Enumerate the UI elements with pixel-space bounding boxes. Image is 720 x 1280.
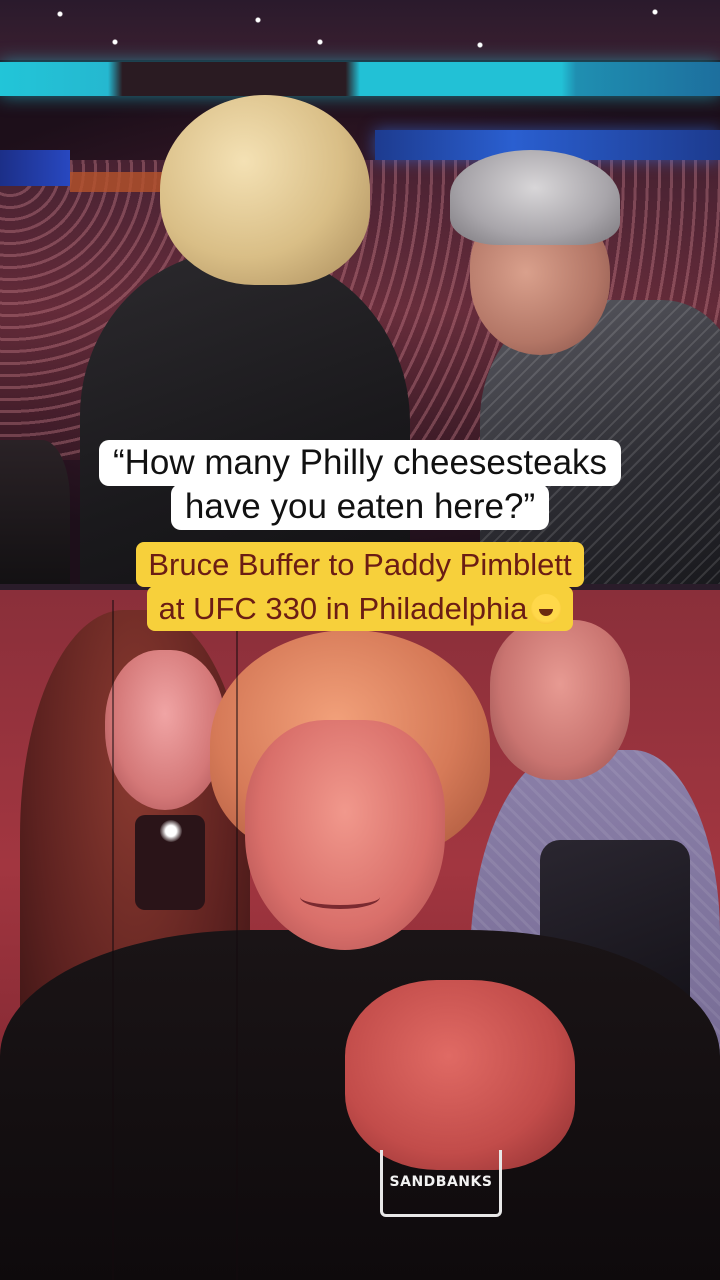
arena-led-banner-left [0, 150, 70, 186]
jumbotron-photo [0, 590, 720, 1280]
context-caption: Bruce Buffer to Paddy Pimblett at UFC 33… [0, 542, 720, 631]
context-caption-line-2: at UFC 330 in Philadelphia [146, 586, 574, 631]
screen-seam [112, 600, 114, 1280]
fighter-hand [345, 980, 575, 1170]
fighter-face [245, 720, 445, 950]
quote-caption-line-1: “How many Philly cheesesteaks [98, 440, 622, 486]
blonde-fighter-hair [160, 95, 370, 285]
arena-led-banner [0, 62, 720, 96]
context-caption-line-1: Bruce Buffer to Paddy Pimblett [136, 542, 584, 587]
fighter-smile [300, 885, 380, 909]
video-frame: SANDBANKS “How many Philly cheesesteaks … [0, 0, 720, 1280]
blonde-fighter-shirt [80, 250, 410, 585]
shirt-logo: SANDBANKS [380, 1150, 502, 1217]
quote-caption-line-2: have you eaten here?” [170, 484, 550, 530]
context-caption-line-2-text: at UFC 330 in Philadelphia [158, 591, 528, 626]
fighter-closeup [0, 630, 720, 1280]
laughing-emoji-icon [531, 594, 562, 624]
announcer-hair [450, 150, 620, 245]
shirt-logo-text: SANDBANKS [389, 1174, 493, 1190]
screen-seam [236, 600, 238, 1280]
quote-caption: “How many Philly cheesesteaks have you e… [0, 440, 720, 530]
arena-lights [0, 0, 720, 60]
